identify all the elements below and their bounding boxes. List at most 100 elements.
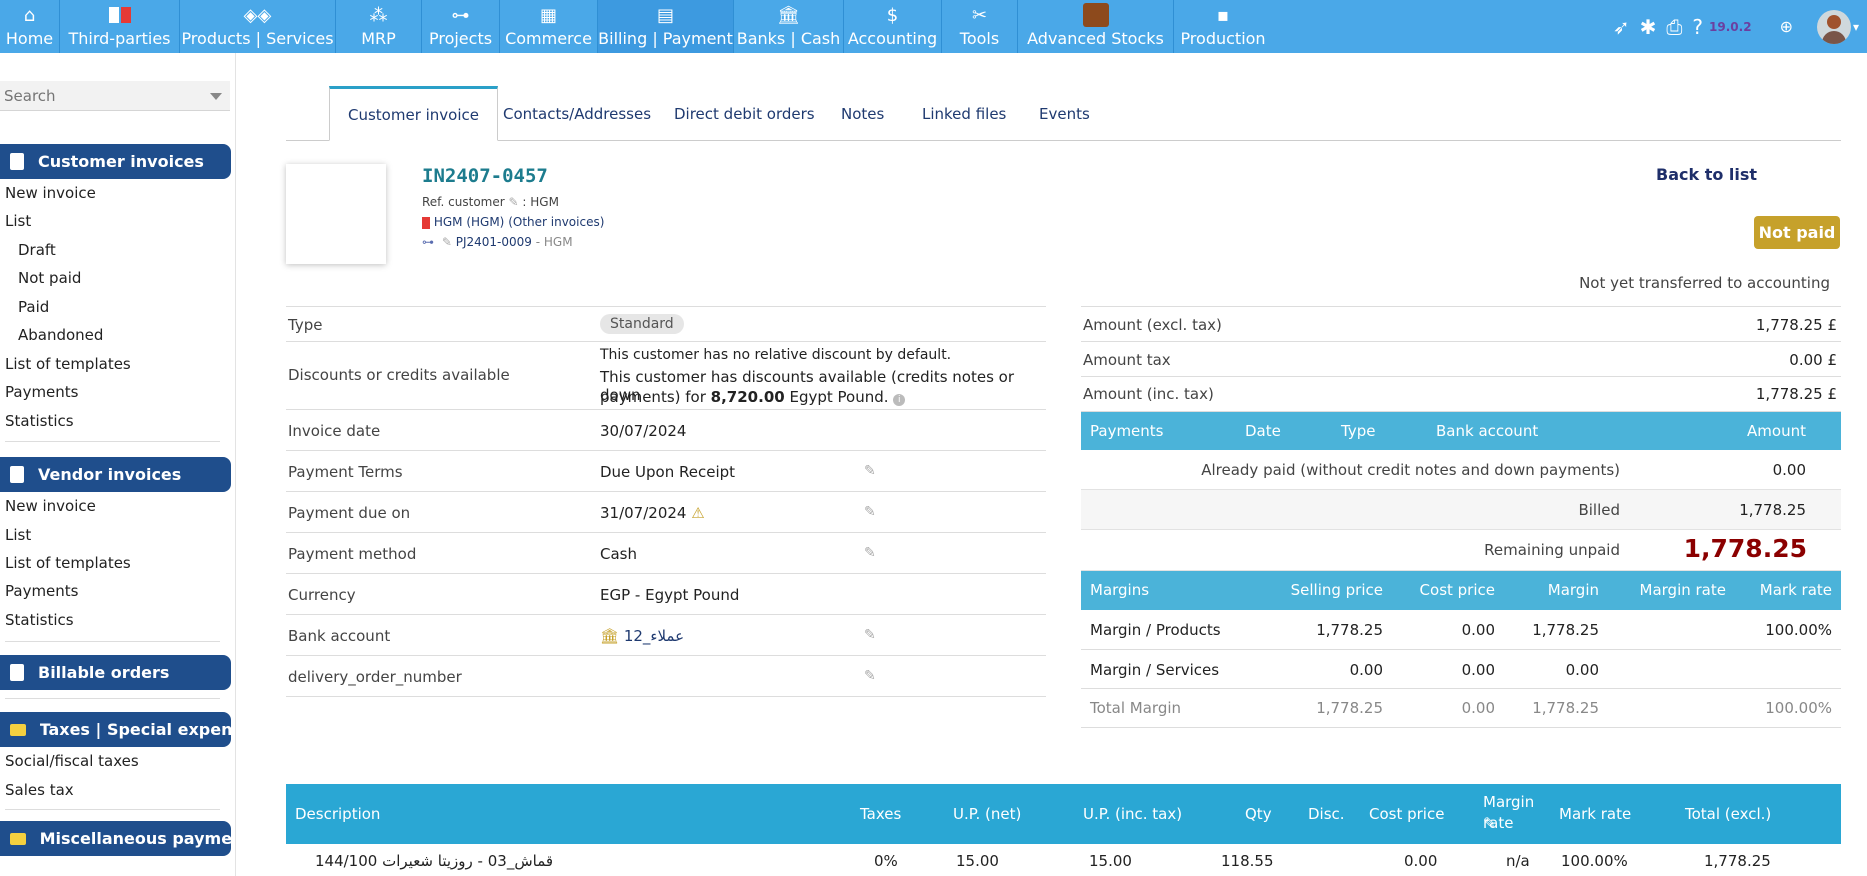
pencil-icon[interactable]: ✎ <box>509 195 519 209</box>
bank-icon: 🏛 <box>600 627 620 645</box>
menu-accounting[interactable]: $ Accounting <box>844 0 942 53</box>
info-icon[interactable]: i <box>893 394 906 406</box>
print-icon[interactable]: ⎙ <box>1666 15 1682 39</box>
plus-icon[interactable]: ⊕ <box>1780 17 1793 36</box>
thirdparty-link[interactable]: HGM (HGM) <box>434 215 505 229</box>
money-icon <box>10 723 26 736</box>
chevron-down-icon[interactable]: ▾ <box>1853 20 1859 34</box>
row-amount-inc: Amount (inc. tax) 1,778.25 £ <box>1081 377 1841 412</box>
tab-direct-debit[interactable]: Direct debit orders <box>656 86 833 141</box>
sidebar-item-paid[interactable]: Paid <box>18 298 49 316</box>
tab-contacts[interactable]: Contacts/Addresses <box>485 86 669 141</box>
pencil-icon[interactable]: ✎ <box>1483 814 1496 832</box>
sidebar-item-vendor-templates[interactable]: List of templates <box>5 554 131 572</box>
sidebar-item-not-paid[interactable]: Not paid <box>18 269 81 287</box>
sidebar-item-social-taxes[interactable]: Social/fiscal taxes <box>5 752 139 770</box>
search-box[interactable] <box>0 81 230 111</box>
help-icon[interactable]: ? <box>1692 15 1703 39</box>
sidebar-item-statistics[interactable]: Statistics <box>5 412 74 430</box>
row-type: Type Standard <box>286 306 1046 342</box>
row-payment-terms: Payment Terms ✎ Due Upon Receipt <box>286 451 1046 492</box>
rocket-icon[interactable]: ➶ <box>1613 15 1630 39</box>
lines-table-header: Description Taxes U.P. (net) U.P. (inc. … <box>286 784 1841 844</box>
row-amount-tax: Amount tax 0.00 £ <box>1081 342 1841 377</box>
menu-projects[interactable]: ⊶ Projects <box>422 0 500 53</box>
pencil-icon[interactable]: ✎ <box>442 235 452 249</box>
bug-icon[interactable]: ✱ <box>1640 15 1657 39</box>
bank-account-link[interactable]: عملاء_12 <box>624 627 684 645</box>
pencil-icon[interactable]: ✎ <box>864 463 876 479</box>
sidebar-section-taxes[interactable]: Taxes | Special expens... <box>0 712 231 747</box>
bank-icon: 🏛 <box>777 4 800 26</box>
sidebar-item-vendor-list[interactable]: List <box>5 526 31 544</box>
invoice-icon <box>10 466 24 483</box>
row-already-paid: Already paid (without credit notes and d… <box>1081 450 1841 490</box>
sidebar-section-vendor-invoices[interactable]: Vendor invoices <box>0 457 231 492</box>
table-row[interactable]: قماش_03 - روزيتا شعيرات 144/100 0% 15.00… <box>286 844 1841 876</box>
search-input[interactable] <box>4 86 204 105</box>
menu-tools[interactable]: ✂ Tools <box>942 0 1018 53</box>
row-remaining-unpaid: Remaining unpaid 1,778.25 <box>1081 530 1841 571</box>
sidebar-item-list-of-templates[interactable]: List of templates <box>5 355 131 373</box>
payments-header: Payments Date Type Bank account Amount <box>1081 412 1841 450</box>
sidebar-section-customer-invoices[interactable]: Customer invoices <box>0 144 231 179</box>
remaining-unpaid-amount: 1,778.25 <box>1683 534 1807 563</box>
pencil-icon[interactable]: ✎ <box>864 545 876 561</box>
tab-linked-files[interactable]: Linked files <box>904 86 1024 141</box>
left-sidebar: Customer invoices New invoice List Draft… <box>0 53 236 876</box>
project-link[interactable]: PJ2401-0009 <box>456 235 532 249</box>
menu-billing[interactable]: ▤ Billing | Payment <box>598 0 734 53</box>
pencil-icon[interactable]: ✎ <box>864 504 876 520</box>
menu-production[interactable]: ▪ Production <box>1174 0 1272 53</box>
row-payment-due: Payment due on ✎ 31/07/2024 ⚠ <box>286 492 1046 533</box>
accounting-status: Not yet transferred to accounting <box>1579 274 1830 292</box>
row-delivery-order: delivery_order_number ✎ <box>286 656 1046 697</box>
menu-mrp[interactable]: ⁂ MRP <box>336 0 422 53</box>
row-bank-account: Bank account ✎ 🏛 عملاء_12 <box>286 615 1046 656</box>
menu-banks[interactable]: 🏛 Banks | Cash <box>734 0 844 53</box>
sidebar-item-new-invoice[interactable]: New invoice <box>5 184 96 202</box>
back-to-list-link[interactable]: Back to list <box>1656 165 1757 184</box>
sidebar-item-vendor-payments[interactable]: Payments <box>5 582 78 600</box>
menu-commerce[interactable]: ▦ Commerce <box>500 0 598 53</box>
menu-advanced-stocks[interactable]: Advanced Stocks <box>1018 0 1174 53</box>
menu-products[interactable]: ◈◈ Products | Services <box>180 0 336 53</box>
chevron-down-icon[interactable] <box>210 93 222 100</box>
building-icon <box>422 216 430 229</box>
row-payment-method: Payment method ✎ Cash <box>286 533 1046 574</box>
row-total-margin: Total Margin 1,778.25 0.00 1,778.25 100.… <box>1081 689 1841 728</box>
pencil-icon[interactable]: ✎ <box>864 668 876 684</box>
sidebar-item-list[interactable]: List <box>5 212 31 230</box>
money-icon <box>10 832 26 845</box>
sidebar-item-abandoned[interactable]: Abandoned <box>18 326 103 344</box>
row-currency: Currency EGP - Egypt Pound <box>286 574 1046 615</box>
sidebar-item-payments[interactable]: Payments <box>5 383 78 401</box>
note-icon: ▪ <box>1216 4 1230 26</box>
menu-third-parties[interactable]: Third-parties <box>60 0 180 53</box>
row-invoice-date: Invoice date 30/07/2024 <box>286 410 1046 451</box>
line-description[interactable]: قماش_03 - روزيتا شعيرات 144/100 <box>315 852 553 870</box>
row-discounts: Discounts or credits available This cust… <box>286 342 1046 410</box>
sidebar-item-vendor-new-invoice[interactable]: New invoice <box>5 497 96 515</box>
sidebar-section-misc-payments[interactable]: Miscellaneous payments <box>0 821 231 856</box>
project-line: ⊶ ✎ PJ2401-0009 - HGM <box>422 235 573 249</box>
other-invoices-link[interactable]: (Other invoices) <box>508 215 604 229</box>
invoice-icon <box>10 153 24 170</box>
sidebar-item-sales-tax[interactable]: Sales tax <box>5 781 74 799</box>
avatar[interactable] <box>1816 9 1851 44</box>
tab-customer-invoice[interactable]: Customer invoice <box>329 86 499 141</box>
tab-notes[interactable]: Notes <box>823 86 902 141</box>
sidebar-section-billable-orders[interactable]: Billable orders <box>0 655 231 690</box>
row-margin-products: Margin / Products 1,778.25 0.00 1,778.25… <box>1081 610 1841 650</box>
invoice-thumbnail[interactable] <box>286 164 386 264</box>
row-amount-excl: Amount (excl. tax) 1,778.25 £ <box>1081 306 1841 342</box>
type-pill: Standard <box>600 314 684 334</box>
tab-events[interactable]: Events <box>1021 86 1108 141</box>
sidebar-item-vendor-statistics[interactable]: Statistics <box>5 611 74 629</box>
sitemap-icon: ⊶ <box>451 4 470 26</box>
home-icon: ⌂ <box>23 4 36 26</box>
pencil-icon[interactable]: ✎ <box>864 627 876 643</box>
menu-home[interactable]: ⌂ Home <box>0 0 60 53</box>
sidebar-item-draft[interactable]: Draft <box>18 241 56 259</box>
top-menu-bar: ⌂ Home Third-parties ◈◈ Products | Service… <box>0 0 1867 53</box>
